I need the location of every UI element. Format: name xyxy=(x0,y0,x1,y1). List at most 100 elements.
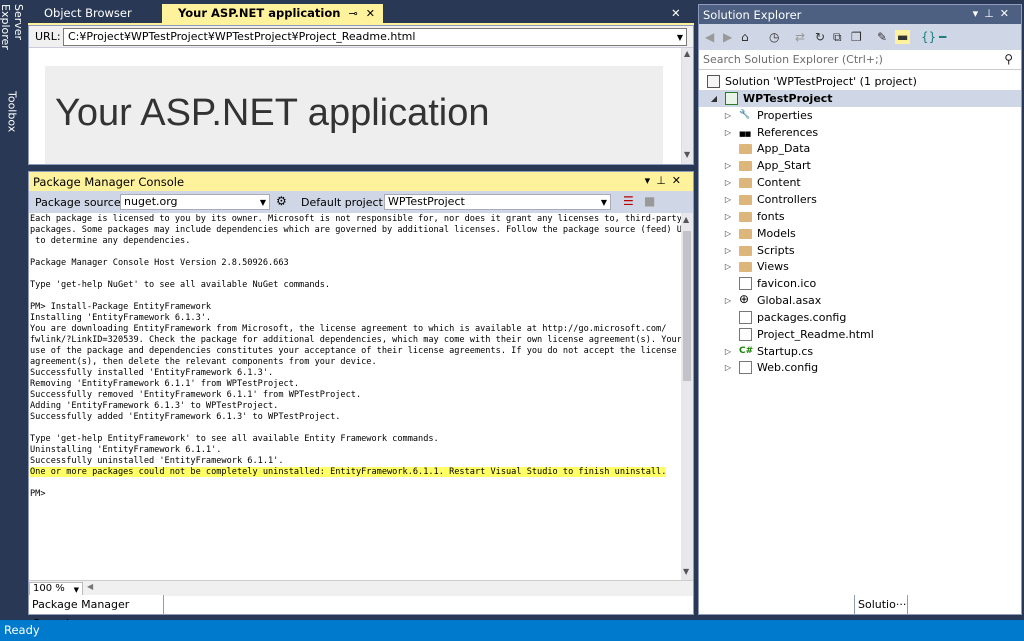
back-icon[interactable]: ◀ xyxy=(705,30,714,44)
browser-scrollbar[interactable]: ▲ ▼ xyxy=(681,48,693,164)
pin-icon[interactable]: ⊥ xyxy=(984,7,1000,20)
tab-output[interactable]: Output xyxy=(326,595,370,615)
sync-icon[interactable]: ⇄ xyxy=(795,30,805,44)
show-all-files-icon[interactable]: ❐ xyxy=(851,30,862,44)
zoom-select[interactable]: 100 % ▼ xyxy=(29,582,83,596)
code-map-icon[interactable]: {} xyxy=(921,30,936,44)
tree-item[interactable]: ▷ Global.asax xyxy=(699,291,1021,309)
expand-arrow-icon[interactable]: ▷ xyxy=(723,174,733,191)
console-output[interactable]: Each package is licensed to you by its o… xyxy=(29,213,681,580)
se-search-placeholder: Search Solution Explorer (Ctrl+;) xyxy=(703,53,883,66)
solution-explorer: Solution Explorer ▾⊥✕ ◀ ▶ ⌂ ◷ ⇄ ↻ ⧉ ❐ ✎ … xyxy=(698,4,1022,615)
tree-item[interactable]: ▷ fonts xyxy=(699,208,1021,225)
scroll-down-icon[interactable]: ▼ xyxy=(684,150,690,159)
se-bottom-tab[interactable]: Solutio··· xyxy=(854,595,908,615)
se-bottom-tab[interactable]: Model··· xyxy=(698,595,742,615)
collapse-all-icon[interactable]: ⧉ xyxy=(833,30,842,45)
console-scrollbar[interactable]: ▲ ▼ xyxy=(681,213,693,580)
tree-item[interactable]: Solution 'WPTestProject' (1 project) xyxy=(699,73,1021,90)
scroll-up-icon[interactable]: ▲ xyxy=(683,215,689,224)
search-icon[interactable]: ⚲ xyxy=(1004,52,1013,66)
close-all-icon[interactable]: ✕ xyxy=(671,4,681,23)
expand-arrow-icon[interactable]: ▷ xyxy=(723,225,733,242)
expand-arrow-icon[interactable]: ▷ xyxy=(723,157,733,174)
tree-item[interactable]: ◢ WPTestProject xyxy=(699,89,1021,107)
tab-package-manager-console[interactable]: Package Manager Console xyxy=(28,595,164,630)
tab-find-results-1[interactable]: Find Results 1 xyxy=(369,595,451,615)
package-manager-console: Package Manager Console ▾⊥✕ Package sour… xyxy=(28,171,694,615)
url-input[interactable]: C:¥Project¥WPTestProject¥WPTestProject¥P… xyxy=(63,28,687,46)
default-project-select[interactable]: WPTestProject ▼ xyxy=(384,194,611,210)
tree-item[interactable]: packages.config xyxy=(699,309,1021,326)
tree-item[interactable]: ▷ Models xyxy=(699,225,1021,242)
properties-wrench-icon[interactable]: ✎ xyxy=(877,30,887,44)
tree-item[interactable]: ▷ Content xyxy=(699,174,1021,191)
console-line: Successfully uninstalled 'EntityFramewor… xyxy=(30,456,284,466)
tree-item-label: Views xyxy=(757,260,789,274)
expand-arrow-icon[interactable]: ▷ xyxy=(723,107,733,124)
expand-arrow-icon[interactable]: ▷ xyxy=(723,343,733,360)
stop-icon[interactable]: ■ xyxy=(644,194,655,208)
expand-arrow-icon[interactable]: ▷ xyxy=(723,208,733,225)
tree-item[interactable]: App_Data xyxy=(699,140,1021,157)
tree-item[interactable]: ▷ References xyxy=(699,124,1021,143)
server-explorer-tab[interactable]: Server Explorer xyxy=(0,4,25,82)
zoom-value: 100 % xyxy=(33,583,65,594)
expand-arrow-icon[interactable]: ▷ xyxy=(723,124,733,141)
close-icon[interactable]: ✕ xyxy=(672,174,687,187)
se-bottom-tab[interactable]: Class V··· xyxy=(964,595,1022,615)
tree-item[interactable]: ▷ App_Start xyxy=(699,157,1021,174)
tab-asp-net-application[interactable]: Your ASP.NET application ⊸ ✕ xyxy=(162,4,383,23)
console-line: Successfully removed 'EntityFramework 6.… xyxy=(30,390,362,400)
expand-arrow-icon[interactable]: ▷ xyxy=(723,359,733,376)
pin-icon[interactable]: ⊸ xyxy=(348,4,357,23)
close-icon[interactable]: ✕ xyxy=(1000,7,1015,20)
close-icon[interactable]: ✕ xyxy=(366,4,375,23)
chevron-down-icon[interactable]: ▼ xyxy=(260,196,266,210)
se-bottom-tab[interactable]: CodeM··· xyxy=(798,595,852,615)
dropdown-icon[interactable]: ▾ xyxy=(973,7,985,20)
expand-arrow-icon[interactable]: ▷ xyxy=(723,292,733,309)
scroll-left-icon[interactable]: ◀ xyxy=(87,582,93,591)
tree-item-label: WPTestProject xyxy=(743,91,833,105)
tree-item[interactable]: ▷ C# Startup.cs xyxy=(699,343,1021,360)
scroll-thumb[interactable] xyxy=(683,231,691,381)
tree-item[interactable]: ▷ Controllers xyxy=(699,191,1021,208)
tree-item[interactable]: ▷ Web.config xyxy=(699,359,1021,376)
preview-icon[interactable]: ▬ xyxy=(895,30,911,44)
tab-find-symbol-results[interactable]: Find Symbol Results xyxy=(445,595,561,615)
home-icon[interactable]: ⌂ xyxy=(741,30,749,44)
history-icon[interactable]: ◷ xyxy=(769,30,779,44)
expand-arrow-icon[interactable]: ▷ xyxy=(723,258,733,275)
forward-icon[interactable]: ▶ xyxy=(723,30,732,44)
tab-error-list[interactable]: Error List xyxy=(272,595,328,615)
expand-arrow-icon[interactable]: ▷ xyxy=(723,242,733,259)
scroll-down-icon[interactable]: ▼ xyxy=(683,567,689,576)
tab-web-publish-activity[interactable]: Web Publish Activity xyxy=(166,595,283,615)
expand-arrow-icon[interactable]: ◢ xyxy=(709,90,719,107)
tab-object-browser[interactable]: Object Browser xyxy=(28,4,140,23)
package-source-select[interactable]: nuget.org ▼ xyxy=(120,194,270,210)
chevron-down-icon[interactable]: ▼ xyxy=(601,196,607,210)
tree-item[interactable]: Project_Readme.html xyxy=(699,326,1021,343)
clear-console-icon[interactable]: ☰ xyxy=(623,194,634,208)
se-bottom-tab[interactable]: Team··· xyxy=(910,595,962,615)
minus-icon[interactable]: ━ xyxy=(939,30,946,44)
refresh-icon[interactable]: ↻ xyxy=(815,30,825,44)
tree-item-label: Properties xyxy=(757,108,813,122)
tree-item[interactable]: ▷ Scripts xyxy=(699,242,1021,259)
tree-item[interactable]: favicon.ico xyxy=(699,275,1021,292)
file-icon xyxy=(739,327,752,341)
dropdown-icon[interactable]: ▾ xyxy=(645,174,657,187)
tree-item[interactable]: ▷ Views xyxy=(699,258,1021,275)
pin-icon[interactable]: ⊥ xyxy=(656,174,672,187)
chevron-down-icon[interactable]: ▼ xyxy=(677,31,683,45)
project-icon xyxy=(725,91,738,105)
settings-gear-icon[interactable]: ⚙ xyxy=(276,194,287,208)
se-bottom-tab[interactable]: Proper··· xyxy=(744,595,796,615)
scroll-up-icon[interactable]: ▲ xyxy=(684,49,690,58)
expand-arrow-icon[interactable]: ▷ xyxy=(723,191,733,208)
se-search-input[interactable]: Search Solution Explorer (Ctrl+;) ⚲ xyxy=(699,50,1021,70)
tree-item[interactable]: ▷ Properties xyxy=(699,107,1021,124)
toolbox-tab[interactable]: Toolbox xyxy=(2,90,20,134)
